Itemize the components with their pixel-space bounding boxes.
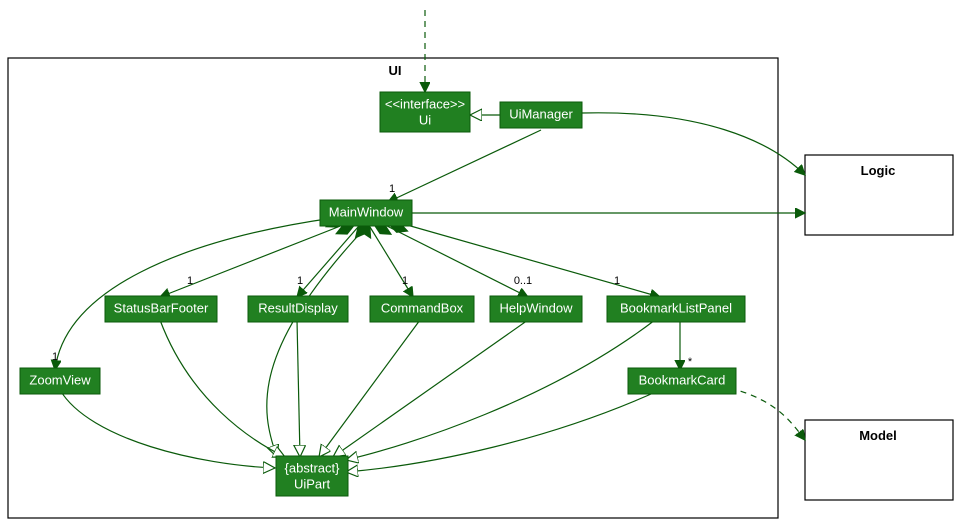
bookmarklistpanel-name: BookmarkListPanel xyxy=(620,300,732,315)
mult-result: 1 xyxy=(297,275,303,287)
package-ui-label: UI xyxy=(389,63,402,78)
package-logic: Logic xyxy=(805,155,953,235)
class-statusbarfooter: StatusBarFooter xyxy=(105,296,217,322)
mult-blp: 1 xyxy=(614,275,620,287)
uimanager-name: UiManager xyxy=(509,106,573,121)
class-bookmarklistpanel: BookmarkListPanel xyxy=(607,296,745,322)
mult-cmd: 1 xyxy=(402,275,408,287)
class-helpwindow: HelpWindow xyxy=(490,296,582,322)
uipart-name: UiPart xyxy=(294,476,331,491)
bookmarkcard-name: BookmarkCard xyxy=(639,372,726,387)
statusbarfooter-name: StatusBarFooter xyxy=(114,300,209,315)
class-commandbox: CommandBox xyxy=(370,296,474,322)
class-bookmarkcard: BookmarkCard xyxy=(628,368,736,394)
mult-help: 0..1 xyxy=(514,275,532,287)
class-resultdisplay: ResultDisplay xyxy=(248,296,348,322)
mult-zoom: 1 xyxy=(52,351,58,363)
mult-mw-manager: 1 xyxy=(389,183,395,195)
package-model: Model xyxy=(805,420,953,500)
class-mainwindow: MainWindow xyxy=(320,200,412,226)
ui-stereotype: <<interface>> xyxy=(385,96,465,111)
zoomview-name: ZoomView xyxy=(29,372,91,387)
class-uimanager: UiManager xyxy=(500,102,582,128)
package-logic-label: Logic xyxy=(861,163,896,178)
mult-status: 1 xyxy=(187,275,193,287)
package-model-label: Model xyxy=(859,428,897,443)
class-uipart: {abstract} UiPart xyxy=(276,456,348,496)
ui-name: Ui xyxy=(419,112,431,127)
commandbox-name: CommandBox xyxy=(381,300,464,315)
mult-card: * xyxy=(688,356,693,368)
mainwindow-name: MainWindow xyxy=(329,204,404,219)
resultdisplay-name: ResultDisplay xyxy=(258,300,338,315)
class-zoomview: ZoomView xyxy=(20,368,100,394)
helpwindow-name: HelpWindow xyxy=(500,300,574,315)
uipart-stereotype: {abstract} xyxy=(285,460,341,475)
class-ui-interface: <<interface>> Ui xyxy=(380,92,470,132)
